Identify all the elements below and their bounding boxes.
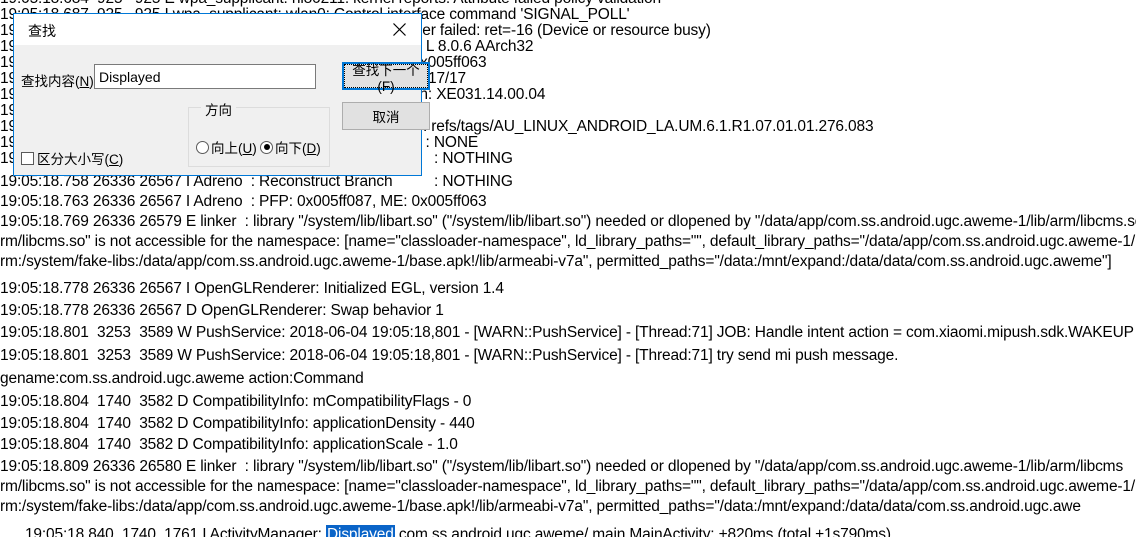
direction-up-label-suffix: ) (252, 141, 257, 156)
direction-up-label-accel: U (242, 141, 253, 156)
direction-down-label-accel: D (306, 141, 317, 156)
find-what-label-prefix: 查找内容( (21, 74, 80, 89)
match-case-label-accel: C (109, 152, 119, 167)
log-line-prefix: 19:05:18.840 1740 1761 I ActivityManager… (24, 526, 326, 537)
log-line: rm:/system/fake-libs:/data/app/com.ss.an… (0, 253, 1112, 270)
log-line: 19:05:18.804 1740 3582 D CompatibilityIn… (0, 393, 472, 410)
direction-up-radio[interactable]: 向上(U) (196, 137, 257, 157)
direction-down-label-prefix: 向下( (275, 141, 307, 156)
cancel-button[interactable]: 取消 (342, 102, 430, 130)
direction-up-label-prefix: 向上( (211, 141, 243, 156)
log-line: 19:05:18.758 26336 26567 I Adreno : Reco… (0, 173, 513, 190)
log-line: 19:05:18.809 26336 26580 E linker : libr… (0, 458, 1124, 475)
log-line: rm/libcms.so" is not accessible for the … (0, 478, 1136, 495)
log-line: 19:05:18.778 26336 26567 I OpenGLRendere… (0, 280, 504, 297)
radio-unchecked-icon (196, 140, 209, 154)
application-window: 19:05:18.684 925 925 E wpa_supplicant: n… (0, 0, 1136, 537)
log-line: 19:05:18.804 1740 3582 D CompatibilityIn… (0, 415, 475, 432)
log-line: 19:05:18.801 3253 3589 W PushService: 20… (0, 347, 899, 364)
find-dialog-titlebar[interactable]: 查找 (14, 14, 421, 45)
find-what-label-accel: N (79, 74, 90, 89)
find-dialog[interactable]: 查找 查找内容(N): 查找下一个(F) 取消 方向 向上(U) (13, 13, 430, 176)
find-next-button-label: 查找下一个(F) (344, 63, 428, 94)
match-case-label: 区分大小写(C) (37, 148, 123, 168)
search-match-highlight: Displayed (326, 525, 395, 537)
direction-groupbox-legend: 方向 (201, 99, 236, 119)
log-line-suffix: com.ss.android.ugc.aweme/.main.MainActiv… (394, 526, 891, 537)
find-what-input[interactable] (94, 64, 316, 89)
direction-down-radio[interactable]: 向下(D) (260, 137, 321, 157)
match-case-checkbox[interactable]: 区分大小写(C) (21, 148, 123, 168)
log-line: gename:com.ss.android.ugc.aweme action:C… (0, 370, 364, 387)
log-line: 19:05:18.804 1740 3582 D CompatibilityIn… (0, 436, 458, 453)
log-line: 19:05:18.801 3253 3589 W PushService: 20… (0, 324, 1136, 341)
find-dialog-title: 查找 (28, 23, 56, 39)
log-line: 19:05:18.778 26336 26567 D OpenGLRendere… (0, 302, 444, 319)
direction-down-label: 向下(D) (275, 137, 321, 157)
direction-up-label: 向上(U) (211, 137, 257, 157)
log-line: 19:05:18.763 26336 26567 I Adreno : PFP:… (0, 193, 487, 210)
find-dialog-body: 查找内容(N): 查找下一个(F) 取消 方向 向上(U) 向下(D) 区分大小… (14, 45, 430, 175)
match-case-label-prefix: 区分大小写( (37, 152, 109, 167)
close-icon[interactable] (377, 14, 421, 45)
match-case-label-suffix: ) (118, 152, 124, 167)
log-line: 19:05:18.769 26336 26579 E linker : libr… (0, 213, 1136, 230)
direction-down-label-suffix: ) (316, 141, 321, 156)
log-line: rm/libcms.so" is not accessible for the … (0, 233, 1136, 250)
radio-checked-icon (260, 140, 273, 154)
find-next-button[interactable]: 查找下一个(F) (342, 62, 430, 94)
checkbox-unchecked-icon (21, 151, 34, 165)
find-what-label: 查找内容(N): (21, 70, 98, 90)
log-line-match: 19:05:18.840 1740 1761 I ActivityManager… (0, 511, 891, 537)
